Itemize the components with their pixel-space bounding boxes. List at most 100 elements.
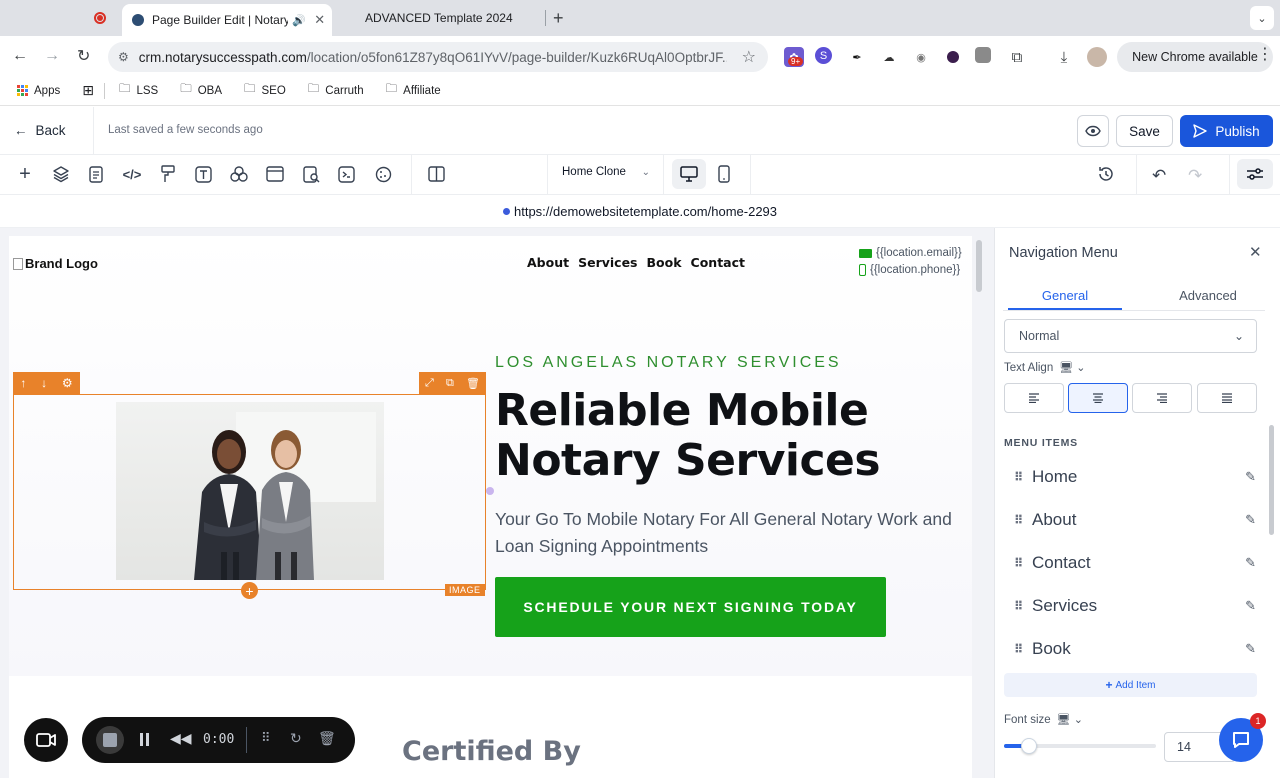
tab-advanced-template[interactable]: ADVANCED Template 2024 (345, 0, 535, 36)
desktop-view-button[interactable] (672, 159, 706, 189)
layout-icon[interactable] (264, 163, 286, 185)
tab-page-builder[interactable]: Page Builder Edit | Notary 🔊 ✕ (122, 4, 332, 36)
align-right-button[interactable] (1132, 383, 1192, 413)
cta-button[interactable]: SCHEDULE YOUR NEXT SIGNING TODAY (495, 577, 886, 637)
hero-section[interactable]: Brand Logo About Services Book Contact {… (9, 236, 972, 676)
trash-icon[interactable]: 🗑 (466, 377, 480, 390)
split-view-icon[interactable] (425, 163, 447, 185)
nav-services[interactable]: Services (578, 255, 637, 270)
terminal-icon[interactable] (335, 163, 357, 185)
nav-about[interactable]: About (527, 255, 569, 270)
cloud-extension-icon[interactable]: ☁ (879, 47, 899, 67)
element-settings-icon[interactable]: ⚙ (62, 376, 73, 390)
canvas-scrollbar[interactable] (976, 240, 982, 292)
duplicate-icon[interactable]: ⧉ (446, 377, 454, 390)
layers-icon[interactable] (50, 163, 72, 185)
rewind-icon[interactable]: ◀◀ (170, 730, 192, 747)
expand-icon[interactable]: ⤢ (425, 377, 434, 390)
bookmark-folder-lss[interactable]: 🗀 LSS (119, 81, 158, 100)
move-down-icon[interactable]: ↓ (41, 376, 47, 390)
dot-extension-icon[interactable] (943, 47, 963, 67)
add-element-icon[interactable]: + (14, 163, 36, 185)
brand-logo[interactable]: Brand Logo (13, 256, 98, 271)
forward-arrow-icon[interactable]: → (44, 47, 60, 65)
bookmark-apps[interactable]: Apps (17, 85, 60, 97)
camera-extension-icon[interactable]: ◉ (911, 47, 931, 67)
bookmark-folder-carruth[interactable]: 🗀 Carruth (308, 81, 364, 100)
bookmark-folder-seo[interactable]: 🗀 SEO (244, 81, 286, 100)
hero-subtext[interactable]: Your Go To Mobile Notary For All General… (495, 506, 965, 560)
tab-general[interactable]: General (1008, 288, 1122, 303)
s-extension-icon[interactable]: S (815, 47, 832, 64)
save-button[interactable]: Save (1116, 115, 1173, 147)
undo-icon[interactable]: ↶ (1152, 166, 1166, 186)
tab-search-icon[interactable]: ⌄ (1250, 6, 1274, 30)
reload-icon[interactable]: ↻ (77, 46, 90, 66)
code-icon[interactable]: </> (121, 163, 143, 185)
hero-eyebrow[interactable]: LOS ANGELAS NOTARY SERVICES (495, 354, 842, 372)
site-info-icon[interactable]: ⚙ (118, 50, 129, 64)
align-center-button[interactable] (1068, 383, 1128, 413)
menu-item-home[interactable]: ⠿ Home ✎ (1004, 459, 1256, 495)
drag-handle-icon[interactable]: ⠿ (1014, 642, 1024, 656)
device-desktop-icon[interactable]: 🖥 ⌄ (1057, 713, 1083, 726)
image-frame[interactable] (116, 402, 384, 580)
profile-avatar[interactable] (1087, 47, 1107, 67)
restart-icon[interactable]: ↻ (290, 730, 302, 747)
download-icon[interactable]: ⤓ (1054, 47, 1074, 67)
seo-search-icon[interactable] (300, 163, 322, 185)
address-bar[interactable]: ⚙ crm.notarysuccesspath.com /location/o5… (108, 42, 768, 72)
new-tab-icon[interactable]: + (553, 8, 564, 29)
nav-contact[interactable]: Contact (691, 255, 745, 270)
page-select-dropdown[interactable]: Home Clone ⌄ (562, 166, 650, 178)
back-button[interactable]: ← Back (14, 123, 66, 138)
menu-item-about[interactable]: ⠿ About ✎ (1004, 502, 1256, 538)
edit-icon[interactable]: ✎ (1245, 512, 1256, 528)
puzzle-extensions-icon[interactable]: ⧉ (1007, 47, 1027, 67)
drag-handle-icon[interactable]: ⠿ (1014, 513, 1024, 527)
new-chrome-available-button[interactable]: New Chrome available (1117, 42, 1273, 72)
bookmark-folder-affiliate[interactable]: 🗀 Affiliate (386, 81, 441, 100)
audio-icon[interactable]: 🔊 (292, 14, 306, 27)
preview-button[interactable] (1077, 115, 1109, 147)
panel-scrollbar[interactable] (1269, 425, 1274, 535)
contact-phone[interactable]: {{location.phone}} (859, 264, 960, 276)
drag-handle-icon[interactable]: ⠿ (1014, 556, 1024, 570)
grid-extension-icon[interactable] (975, 47, 991, 63)
next-section-heading[interactable]: Certified By (402, 736, 581, 767)
back-arrow-icon[interactable]: ← (12, 47, 28, 65)
edit-icon[interactable]: ✎ (1245, 469, 1256, 485)
close-panel-icon[interactable]: ✕ (1249, 243, 1262, 261)
edit-icon[interactable]: ✎ (1245, 555, 1256, 571)
edit-icon[interactable]: ✎ (1245, 641, 1256, 657)
align-justify-button[interactable] (1197, 383, 1257, 413)
settings-panel-button[interactable] (1237, 159, 1273, 189)
browser-menu-icon[interactable]: ⋮ (1257, 44, 1273, 64)
drag-handle-icon[interactable]: ⠿ (1014, 470, 1024, 484)
menu-item-contact[interactable]: ⠿ Contact ✎ (1004, 545, 1256, 581)
shapes-icon[interactable] (228, 163, 250, 185)
publish-button[interactable]: Publish (1180, 115, 1273, 147)
style-select[interactable]: Normal ⌄ (1004, 319, 1257, 353)
bookmark-folder-oba[interactable]: 🗀 OBA (180, 81, 222, 100)
close-tab-icon[interactable]: ✕ (312, 12, 328, 28)
typography-icon[interactable] (192, 163, 214, 185)
delete-recording-icon[interactable]: 🗑 (318, 730, 336, 747)
move-up-icon[interactable]: ↑ (20, 376, 26, 390)
align-left-button[interactable] (1004, 383, 1064, 413)
font-size-slider-thumb[interactable] (1021, 738, 1037, 754)
preview-url[interactable]: https://demowebsitetemplate.com/home-229… (514, 204, 777, 219)
contact-email[interactable]: {{location.email}} (859, 247, 962, 259)
edit-icon[interactable]: ✎ (1245, 598, 1256, 614)
history-icon[interactable] (1097, 165, 1115, 183)
redo-icon[interactable]: ↷ (1188, 166, 1202, 186)
drag-handle-icon[interactable]: ⠿ (1014, 599, 1024, 613)
drag-grid-icon[interactable]: ⠿ (261, 730, 271, 746)
resize-handle[interactable] (486, 487, 494, 495)
stop-recording-button[interactable] (96, 726, 124, 754)
tab-groups-icon[interactable]: ⊞ (82, 82, 94, 99)
mobile-view-button[interactable] (718, 165, 730, 183)
menu-item-book[interactable]: ⠿ Book ✎ (1004, 631, 1256, 667)
cookie-icon[interactable] (372, 163, 394, 185)
tab-advanced[interactable]: Advanced (1150, 288, 1266, 303)
